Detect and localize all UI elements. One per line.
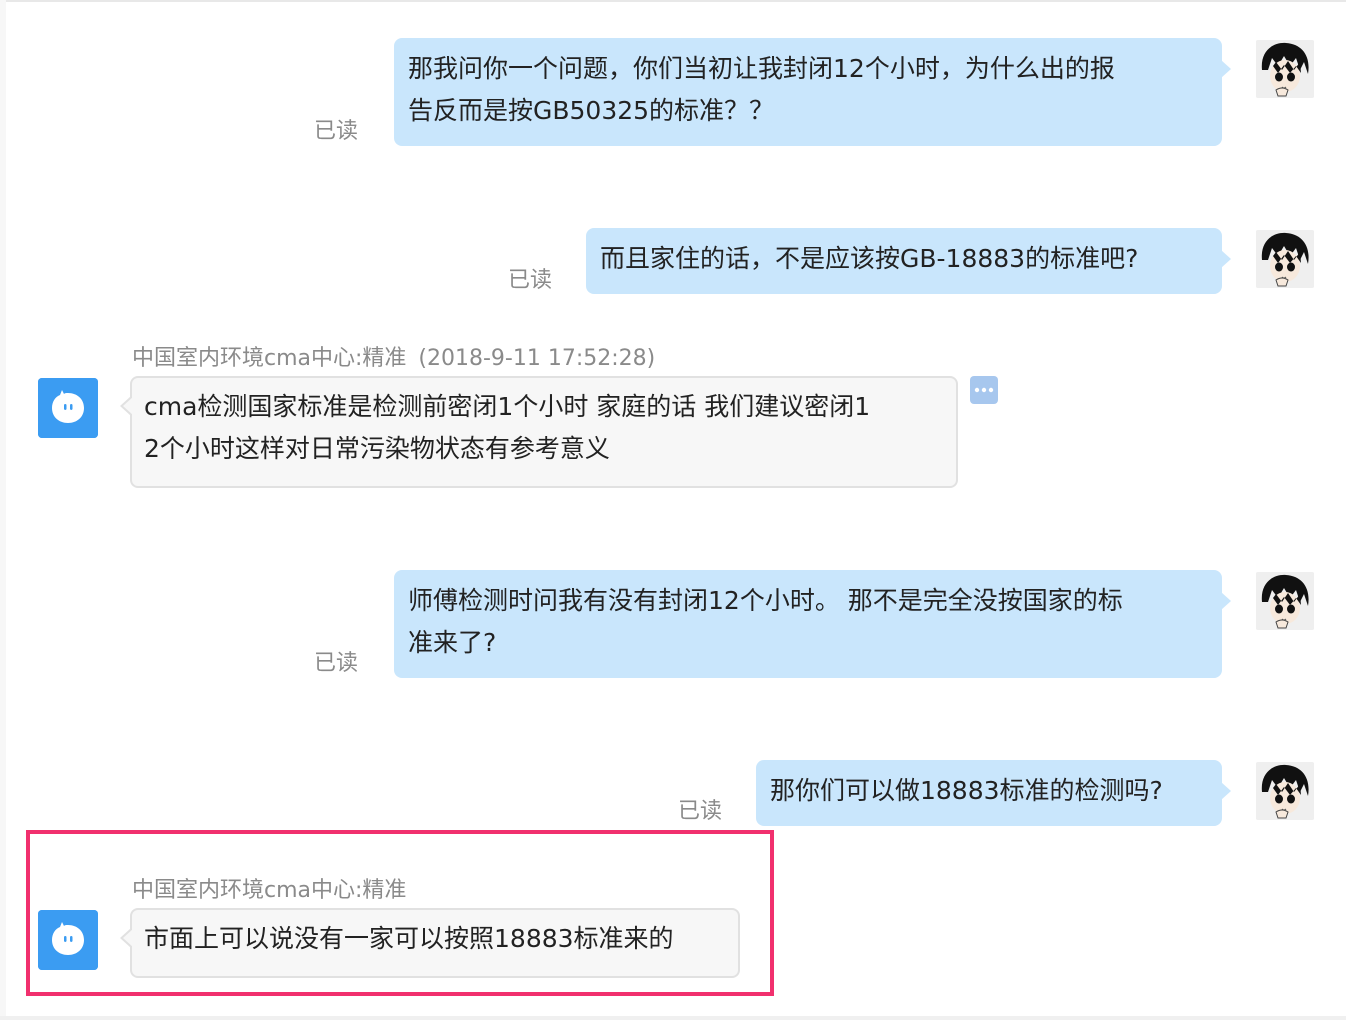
user-avatar[interactable] <box>1256 762 1314 820</box>
user-avatar[interactable] <box>1256 230 1314 288</box>
chat-bubble-face-icon <box>38 910 98 970</box>
ellipsis-icon <box>974 387 994 393</box>
message-line: 那我问你一个问题，你们当初让我封闭12个小时，为什么出的报 <box>408 54 1115 83</box>
cartoon-avatar-icon <box>1256 762 1314 820</box>
left-edge <box>0 0 6 1020</box>
message-bubble-outgoing[interactable]: 那我问你一个问题，你们当初让我封闭12个小时，为什么出的报 告反而是按GB503… <box>394 38 1231 146</box>
more-options-button[interactable] <box>970 376 998 404</box>
message-line: 师傅检测时问我有没有封闭12个小时。 那不是完全没按国家的标 <box>408 586 1123 615</box>
bot-avatar[interactable] <box>38 378 98 438</box>
read-status: 已读 <box>508 268 553 293</box>
read-status: 已读 <box>314 119 359 144</box>
read-status: 已读 <box>678 799 723 824</box>
user-avatar[interactable] <box>1256 40 1314 98</box>
sender-name: 中国室内环境cma中心:精准 <box>132 878 407 903</box>
message-line: 而且家住的话，不是应该按GB-18883的标准吧? <box>600 244 1139 273</box>
cartoon-avatar-icon <box>1256 40 1314 98</box>
message-line: 市面上可以说没有一家可以按照18883标准来的 <box>144 924 674 953</box>
message-bubble-incoming[interactable]: 市面上可以说没有一家可以按照18883标准来的 <box>120 908 740 978</box>
message-line: cma检测国家标准是检测前密闭1个小时 家庭的话 我们建议密闭1 <box>144 392 871 421</box>
user-avatar[interactable] <box>1256 572 1314 630</box>
sender-info: 中国室内环境cma中心:精准 <box>132 872 406 904</box>
message-line: 2个小时这样对日常污染物状态有参考意义 <box>144 434 610 463</box>
top-divider <box>0 0 1346 2</box>
read-status: 已读 <box>314 651 359 676</box>
cartoon-avatar-icon <box>1256 230 1314 288</box>
message-timestamp: (2018-9-11 17:52:28) <box>418 346 656 371</box>
message-bubble-outgoing[interactable]: 师傅检测时问我有没有封闭12个小时。 那不是完全没按国家的标 准来了? <box>394 570 1231 678</box>
bottom-divider <box>0 1016 1346 1020</box>
bot-avatar[interactable] <box>38 910 98 970</box>
sender-name: 中国室内环境cma中心:精准 <box>132 346 407 371</box>
message-bubble-incoming[interactable]: cma检测国家标准是检测前密闭1个小时 家庭的话 我们建议密闭1 2个小时这样对… <box>120 376 958 488</box>
message-line: 那你们可以做18883标准的检测吗? <box>770 776 1163 805</box>
message-bubble-outgoing[interactable]: 那你们可以做18883标准的检测吗? <box>756 760 1231 826</box>
sender-info: 中国室内环境cma中心:精准 (2018-9-11 17:52:28) <box>132 340 655 372</box>
message-line: 告反而是按GB50325的标准？？ <box>408 96 775 125</box>
cartoon-avatar-icon <box>1256 572 1314 630</box>
message-bubble-outgoing[interactable]: 而且家住的话，不是应该按GB-18883的标准吧? <box>586 228 1231 294</box>
message-line: 准来了? <box>408 628 497 657</box>
chat-bubble-face-icon <box>38 378 98 438</box>
